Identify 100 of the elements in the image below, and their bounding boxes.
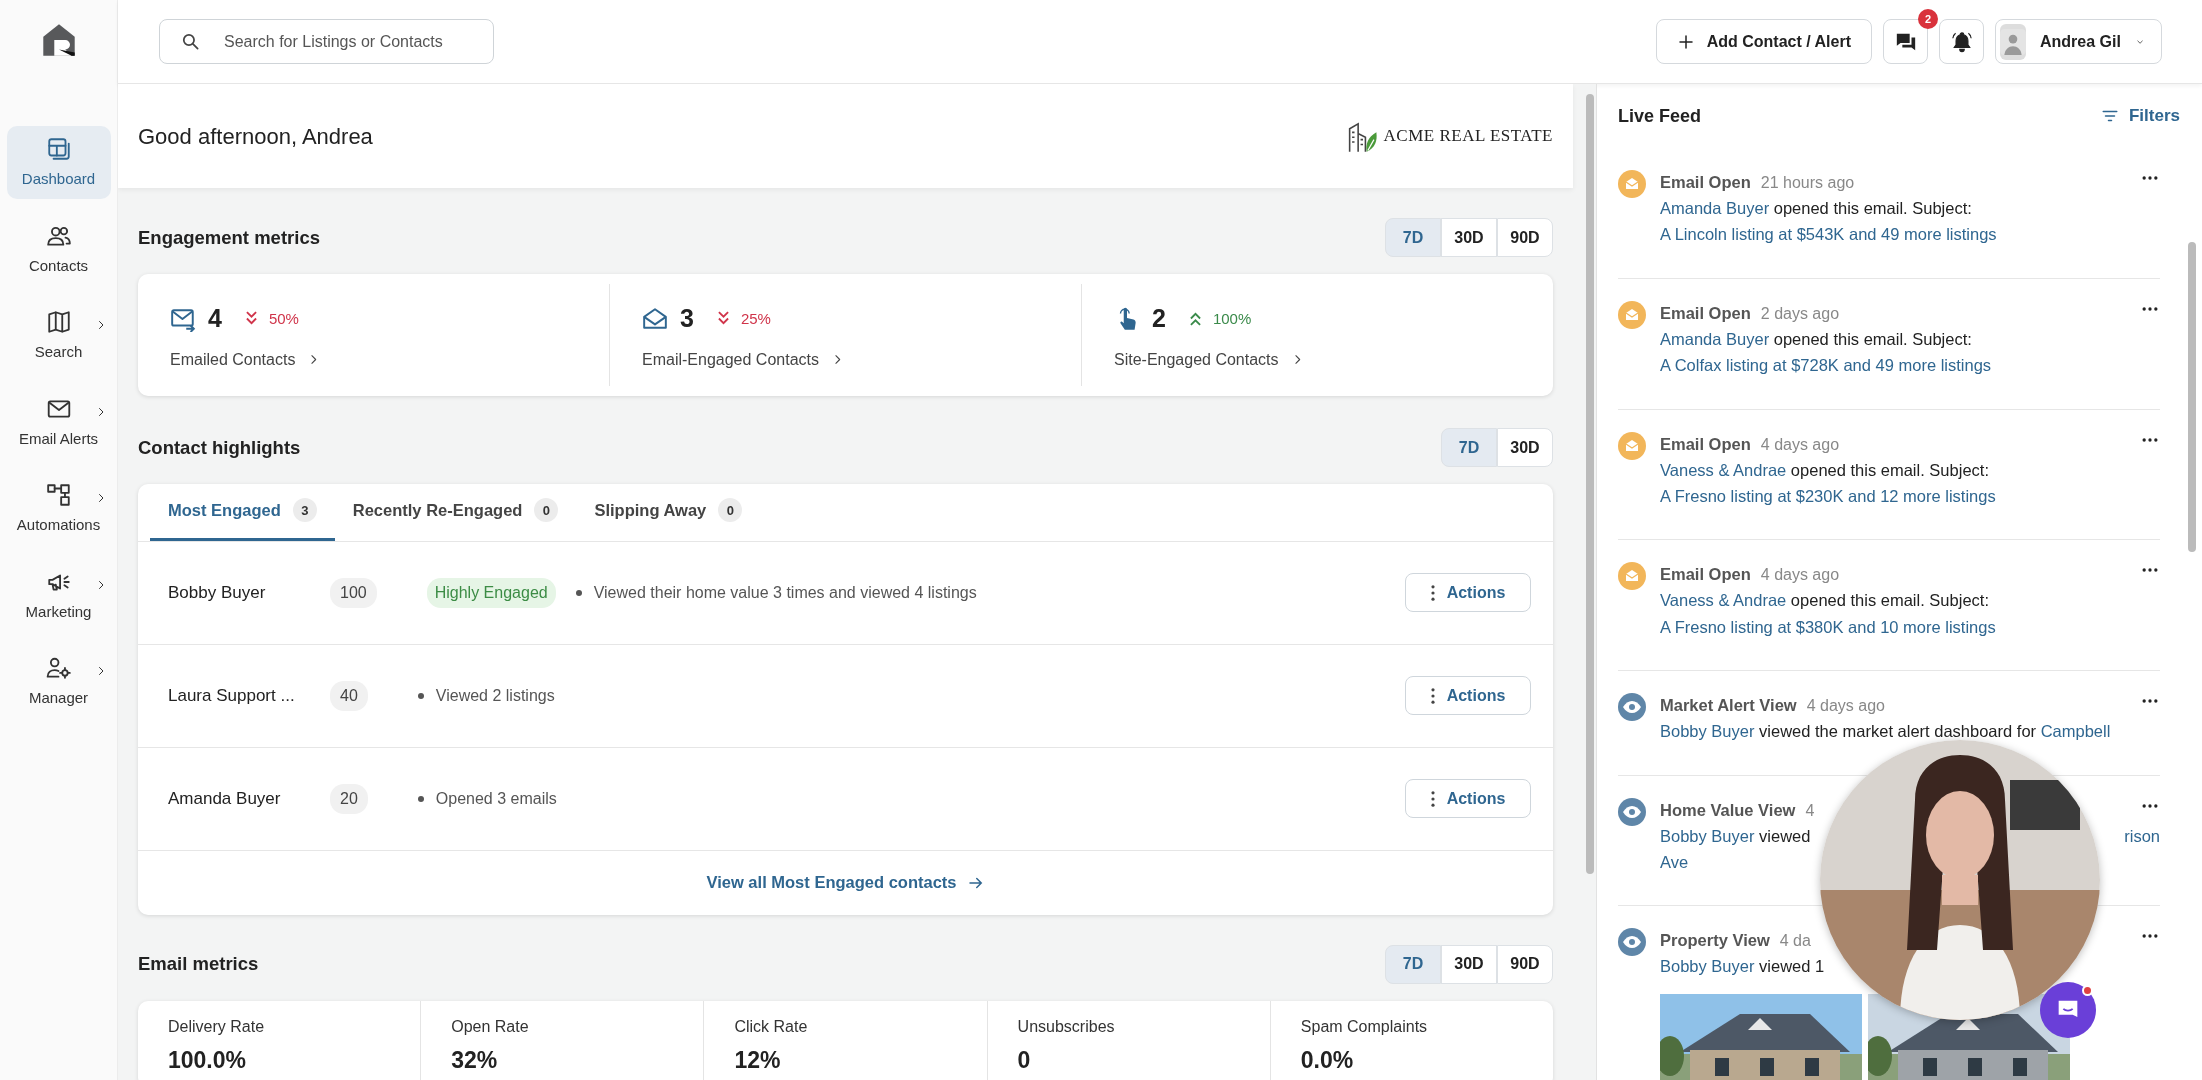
more-icon: [1430, 790, 1435, 807]
bullet-icon: [575, 589, 582, 596]
sidebar-item[interactable]: Email Alerts: [6, 385, 111, 458]
change-value: 100%: [1212, 308, 1252, 329]
range-tab[interactable]: 90D: [1497, 944, 1553, 984]
stat-value: 100.0%: [168, 1045, 247, 1075]
engagement-badge: Highly Engaged: [426, 577, 556, 608]
feed-text: Amanda Buyer opened this email. Subject:: [1660, 198, 1972, 219]
metric-link[interactable]: Emailed Contacts: [170, 347, 321, 372]
link[interactable]: Bobby Buyer: [1660, 722, 1755, 741]
activity-text: Opened 3 emails: [435, 788, 557, 809]
flowchart-icon: [45, 482, 72, 508]
stat-label: Spam Complaints: [1300, 1016, 1429, 1037]
more-icon: [1430, 584, 1435, 601]
scrollbar[interactable]: [2188, 242, 2196, 552]
stat-value: 0.0%: [1300, 1045, 1355, 1075]
envelope-icon: [1618, 562, 1646, 591]
eye-icon: [1618, 693, 1646, 722]
feed-text: Vaness & Andrae opened this email. Subject:: [1660, 459, 1989, 481]
range-tab[interactable]: 30D: [1441, 218, 1497, 257]
person-gear-icon: [45, 655, 72, 681]
link[interactable]: A Fresno listing at $230K and 12 more listings: [1660, 482, 1996, 510]
link[interactable]: A Colfax listing at $728K and 49 more listings: [1660, 352, 1992, 379]
contact-name: Bobby Buyer: [168, 582, 267, 604]
sidebar-item[interactable]: Automations: [6, 472, 111, 545]
actions-button[interactable]: Actions: [1405, 573, 1531, 613]
activity-text: Viewed 2 listings: [435, 685, 555, 706]
sidebar-item[interactable]: Contacts: [6, 212, 111, 285]
link[interactable]: A Lincoln listing at $543K and 49 more listings: [1660, 221, 1997, 248]
range-tab[interactable]: 7D: [1385, 218, 1441, 257]
dashboard-icon: [45, 136, 72, 162]
notifications-button[interactable]: [1939, 19, 1984, 64]
link[interactable]: Vaness & Andrae: [1660, 591, 1787, 610]
count-badge: 0: [534, 498, 559, 523]
filters-button[interactable]: Filters: [2100, 103, 2180, 129]
plus-icon: [1676, 32, 1695, 51]
count-badge: 0: [718, 498, 743, 523]
link[interactable]: Vaness & Andrae: [1660, 460, 1787, 479]
open-envelope-icon: [642, 305, 668, 332]
metric-value: 4: [208, 303, 222, 334]
feed-text: Bobby Buyer viewed: [1660, 825, 1811, 847]
stat-value: 32%: [451, 1045, 499, 1075]
range-tab[interactable]: 30D: [1497, 428, 1553, 467]
sidebar-item[interactable]: Marketing: [6, 558, 111, 631]
tab[interactable]: Slipping Away 0: [576, 484, 761, 541]
stat-label: Delivery Rate: [168, 1016, 266, 1037]
sidebar-item[interactable]: Dashboard: [6, 126, 111, 199]
bullet-icon: [417, 692, 424, 699]
bullet-icon: [417, 795, 424, 802]
user-name: Andrea Gil: [2040, 31, 2121, 52]
stat-label: Click Rate: [734, 1016, 809, 1037]
scrollbar[interactable]: [1586, 94, 1594, 874]
avatar: [2000, 23, 2026, 60]
range-tab[interactable]: 7D: [1441, 428, 1497, 467]
user-menu-button[interactable]: Andrea Gil: [1995, 19, 2162, 64]
count-badge: 3: [292, 498, 317, 523]
eye-icon: [1618, 928, 1646, 957]
tab[interactable]: Recently Re-Engaged 0: [334, 484, 577, 541]
actions-button[interactable]: Actions: [1405, 779, 1531, 819]
range-tab[interactable]: 90D: [1497, 218, 1553, 257]
greeting-text: Good afternoon, Andrea: [138, 122, 373, 151]
timestamp: 21 hours ago: [1760, 173, 1855, 193]
timestamp: 4 days ago: [1760, 434, 1840, 455]
timestamp: 4 days ago: [1760, 565, 1840, 586]
stat-value: 12%: [734, 1045, 782, 1075]
score-badge: 40: [330, 680, 368, 711]
link[interactable]: A Fresno listing at $380K and 10 more listings: [1660, 613, 1996, 641]
link[interactable]: Campbell: [2040, 722, 2111, 741]
link[interactable]: Bobby Buyer: [1660, 957, 1755, 976]
event-title: Market Alert View: [1660, 695, 1797, 717]
change-value: 50%: [268, 308, 299, 329]
envelope-icon: [1618, 431, 1646, 460]
notification-badge: 2: [1918, 9, 1938, 29]
link[interactable]: Amanda Buyer: [1660, 329, 1770, 348]
actions-button[interactable]: Actions: [1405, 676, 1531, 716]
add-contact-button[interactable]: Add Contact / Alert: [1655, 19, 1872, 64]
brand-name: ACME REAL ESTATE: [1383, 125, 1553, 148]
link[interactable]: rison: [2124, 822, 2160, 849]
range-tab[interactable]: 30D: [1441, 944, 1497, 984]
event-title: Email Open: [1660, 433, 1751, 455]
link[interactable]: Bobby Buyer: [1660, 826, 1755, 845]
sidebar-item[interactable]: Search: [6, 299, 111, 372]
link[interactable]: Amanda Buyer: [1660, 199, 1770, 217]
sidebar-item[interactable]: Manager: [6, 645, 111, 718]
range-tab[interactable]: 7D: [1385, 944, 1441, 984]
feed-text: Bobby Buyer viewed 1: [1660, 956, 1825, 978]
metric-value: 3: [680, 303, 694, 334]
metric-link[interactable]: Email-Engaged Contacts: [642, 347, 844, 372]
map-icon: [45, 309, 72, 335]
contact-name: Amanda Buyer: [168, 788, 282, 810]
search-field[interactable]: Search for Listings or Contacts: [159, 19, 494, 64]
activity-text: Viewed their home value 3 times and viewed 4 listings: [593, 582, 977, 603]
event-title: Property View: [1660, 930, 1770, 952]
envelope-icon: [1618, 300, 1646, 329]
metric-link[interactable]: Site-Engaged Contacts: [1114, 347, 1304, 372]
stat-value: 0: [1017, 1045, 1032, 1075]
view-all-link[interactable]: View all Most Engaged contacts: [706, 870, 985, 896]
link[interactable]: Ave: [1660, 848, 1689, 876]
tab[interactable]: Most Engaged 3: [150, 484, 335, 541]
stat-label: Unsubscribes: [1017, 1016, 1116, 1037]
